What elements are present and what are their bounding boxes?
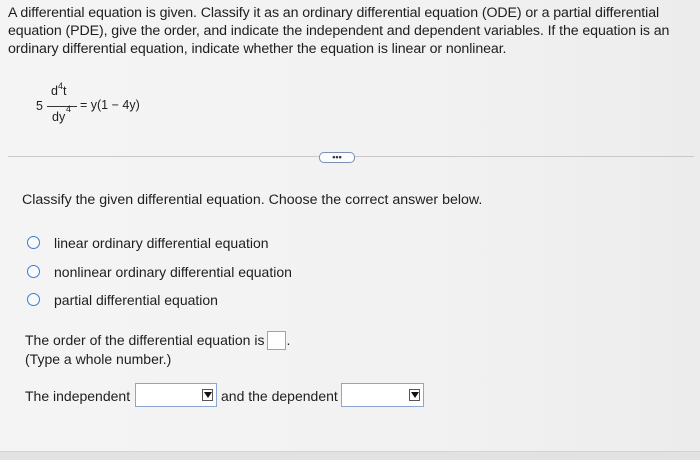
dropdown-arrow-icon[interactable] — [409, 389, 420, 401]
order-label: The order of the differential equation i… — [25, 332, 265, 348]
option-label: partial differential equation — [54, 292, 218, 308]
expand-more-button[interactable]: ••• — [319, 152, 355, 163]
radio-button[interactable] — [27, 265, 40, 278]
dependent-label: and the dependent — [221, 388, 338, 404]
equation-numerator: d4t — [51, 81, 67, 98]
dependent-variable-dropdown[interactable] — [341, 383, 424, 407]
equation-coefficient: 5 — [36, 99, 43, 113]
equation-denominator: dy 4 — [52, 104, 72, 124]
dropdown-arrow-icon[interactable] — [202, 389, 213, 401]
radio-button[interactable] — [27, 293, 40, 306]
question-text: Classify the given differential equation… — [22, 192, 483, 208]
independent-label: The independent — [25, 388, 131, 404]
option-label: nonlinear ordinary differential equation — [54, 264, 292, 280]
radio-button[interactable] — [27, 236, 40, 249]
order-input[interactable] — [267, 331, 287, 350]
order-prompt: The order of the differential equation i… — [25, 331, 291, 350]
question-page: A differential equation is given. Classi… — [0, 0, 700, 460]
problem-statement: A differential equation is given. Classi… — [8, 5, 670, 57]
equation-rhs: = y(1 − 4y) — [80, 98, 140, 112]
fraction-bar — [47, 106, 77, 107]
differential-equation: 5 d4t dy 4 = y(1 − 4y) — [36, 81, 176, 132]
independent-variable-dropdown[interactable] — [135, 383, 217, 407]
order-hint: (Type a whole number.) — [25, 351, 172, 367]
option-label: linear ordinary differential equation — [54, 235, 269, 251]
